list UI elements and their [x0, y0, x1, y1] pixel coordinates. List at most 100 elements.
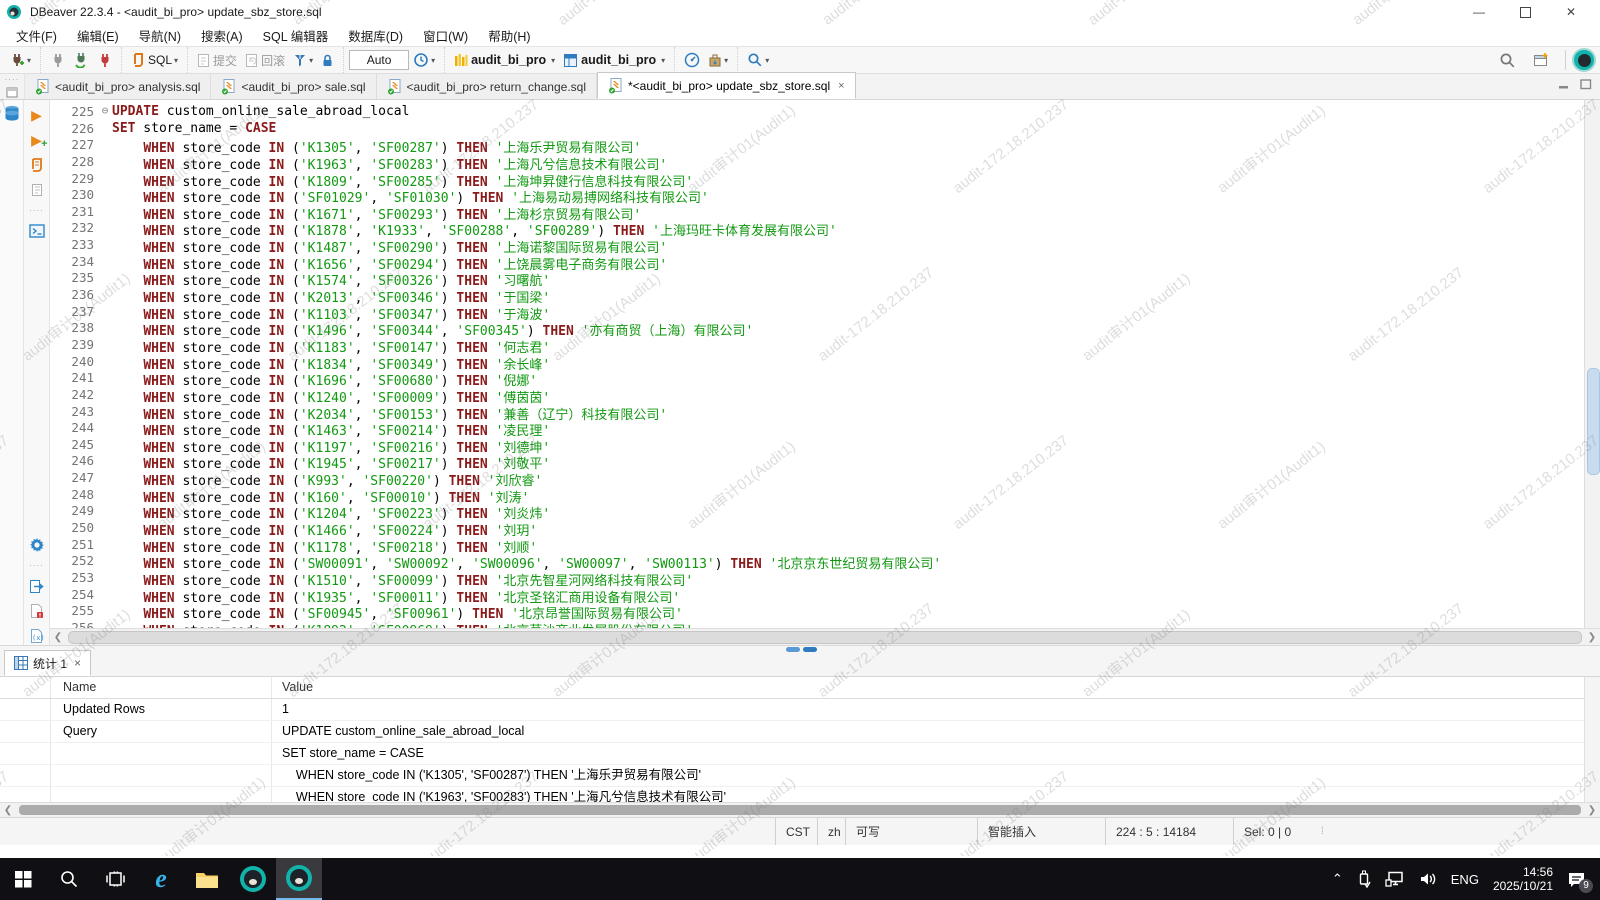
sql-console-button[interactable] — [28, 222, 46, 240]
column-header-value[interactable]: Value — [272, 677, 313, 698]
minimize-view-icon[interactable] — [1558, 78, 1570, 90]
editor-line[interactable]: 235 WHEN store_code IN ('K1574', 'SF0032… — [50, 270, 1584, 287]
editor-line[interactable]: 232 WHEN store_code IN ('K1878', 'K1933'… — [50, 220, 1584, 237]
connection-selector[interactable]: audit_bi_pro ▾ — [451, 51, 558, 70]
code-viewport[interactable]: 225⊖UPDATE custom_online_sale_abroad_loc… — [50, 100, 1584, 632]
dbeaver-taskbar-icon[interactable] — [230, 858, 276, 900]
editor-line[interactable]: 246 WHEN store_code IN ('K1945', 'SF0021… — [50, 453, 1584, 470]
editor-line[interactable]: 233 WHEN store_code IN ('K1487', 'SF0029… — [50, 237, 1584, 254]
commit-button[interactable]: 提交 — [194, 50, 240, 71]
new-connection-button[interactable]: ▾ — [6, 50, 34, 70]
tray-chevron-up-icon[interactable]: ⌃ — [1332, 871, 1343, 887]
minimize-button[interactable]: — — [1456, 0, 1502, 24]
dbeaver-taskbar-icon-active[interactable] — [276, 858, 322, 900]
editor-tab-active[interactable]: *<audit_bi_pro> update_sbz_store.sql× — [597, 72, 856, 99]
editor-line[interactable]: 241 WHEN store_code IN ('K1696', 'SF0068… — [50, 370, 1584, 387]
settings-gear-icon[interactable] — [28, 536, 46, 554]
table-row[interactable]: Updated Rows1 — [0, 699, 1600, 721]
results-horizontal-scrollbar[interactable]: ❮ ❯ — [0, 802, 1600, 817]
schema-selector[interactable]: audit_bi_pro ▾ — [560, 51, 668, 70]
editor-line[interactable]: 228 WHEN store_code IN ('K1963', 'SF0028… — [50, 154, 1584, 171]
validate-file-icon[interactable] — [28, 602, 46, 620]
menu-item[interactable]: 编辑(E) — [67, 24, 129, 47]
results-vertical-scrollbar[interactable] — [1584, 677, 1600, 802]
editor-horizontal-scrollbar[interactable]: ❮ ❯ — [50, 628, 1600, 645]
taskbar-search-icon[interactable] — [46, 858, 92, 900]
editor-tab[interactable]: <audit_bi_pro> sale.sql — [211, 74, 376, 99]
menu-item[interactable]: 导航(N) — [129, 24, 191, 47]
execute-statement-button[interactable]: ▶ — [28, 106, 46, 124]
editor-line[interactable]: 236 WHEN store_code IN ('K2013', 'SF0034… — [50, 287, 1584, 304]
menu-item[interactable]: 帮助(H) — [478, 24, 540, 47]
dashboard-button[interactable] — [681, 50, 703, 70]
scrollbar-thumb[interactable] — [68, 631, 1582, 644]
editor-tab[interactable]: <audit_bi_pro> return_change.sql — [377, 74, 597, 99]
task-view-icon[interactable] — [92, 858, 138, 900]
sql-editor-button[interactable]: SQL ▾ — [128, 50, 181, 70]
open-perspective-icon[interactable] — [1530, 50, 1553, 70]
notification-center-icon[interactable]: 9 — [1567, 871, 1586, 888]
network-icon[interactable] — [1385, 871, 1405, 887]
maximize-view-icon[interactable] — [1580, 78, 1592, 90]
internet-explorer-icon[interactable]: e — [138, 858, 184, 900]
file-variables-icon[interactable]: (x) — [28, 627, 46, 645]
tab-close-icon[interactable]: × — [838, 80, 844, 92]
tray-clock[interactable]: 14:56 2025/10/21 — [1493, 865, 1553, 893]
commit-mode-combo[interactable]: Auto — [349, 50, 409, 70]
editor-line[interactable]: 242 WHEN store_code IN ('K1240', 'SF0000… — [50, 387, 1584, 404]
editor-line[interactable]: 234 WHEN store_code IN ('K1656', 'SF0029… — [50, 254, 1584, 271]
editor-line[interactable]: 243 WHEN store_code IN ('K2034', 'SF0015… — [50, 404, 1584, 421]
editor-line[interactable]: 248 WHEN store_code IN ('K160', 'SF00010… — [50, 487, 1584, 504]
table-row[interactable]: QueryUPDATE custom_online_sale_abroad_lo… — [0, 721, 1600, 743]
menu-item[interactable]: 搜索(A) — [191, 24, 253, 47]
scrollbar-thumb[interactable] — [19, 805, 1581, 815]
scroll-right-arrow[interactable]: ❯ — [1584, 805, 1600, 816]
drag-handle-icon[interactable]: ···· — [5, 75, 20, 84]
menu-item[interactable]: 文件(F) — [6, 24, 67, 47]
menu-item[interactable]: 窗口(W) — [413, 24, 478, 47]
table-row[interactable]: SET store_name = CASE — [0, 743, 1600, 765]
export-result-icon[interactable] — [28, 577, 46, 595]
dbeaver-perspective-avatar[interactable] — [1572, 48, 1596, 72]
menu-item[interactable]: 数据库(D) — [338, 24, 413, 47]
editor-line[interactable]: 239 WHEN store_code IN ('K1183', 'SF0014… — [50, 337, 1584, 354]
statistics-tab-close-icon[interactable]: × — [74, 656, 81, 670]
editor-line[interactable]: 231 WHEN store_code IN ('K1671', 'SF0029… — [50, 204, 1584, 221]
editor-line[interactable]: 226SET store_name = CASE — [50, 121, 1584, 138]
scroll-left-arrow[interactable]: ❮ — [50, 632, 66, 643]
restore-panel-icon[interactable] — [6, 87, 18, 98]
statistics-tab[interactable]: 统计 1 × — [4, 650, 91, 676]
reconnect-button[interactable] — [70, 50, 92, 70]
language-indicator[interactable]: ENG — [1451, 872, 1479, 887]
disconnect-button[interactable] — [94, 50, 115, 70]
transaction-log-button[interactable]: ▾ — [290, 51, 316, 70]
editor-line[interactable]: 229 WHEN store_code IN ('K1809', 'SF0028… — [50, 171, 1584, 188]
fold-collapse-icon[interactable]: ⊖ — [98, 104, 112, 121]
editor-line[interactable]: 255 WHEN store_code IN ('SF00945', 'SF00… — [50, 603, 1584, 620]
editor-vertical-scrollbar[interactable] — [1584, 100, 1600, 628]
usb-device-icon[interactable] — [1357, 870, 1371, 888]
panel-sash[interactable] — [0, 645, 1600, 652]
execute-script-button[interactable] — [28, 156, 46, 174]
editor-line[interactable]: 251 WHEN store_code IN ('K1178', 'SF0021… — [50, 537, 1584, 554]
editor-tab[interactable]: <audit_bi_pro> analysis.sql — [25, 74, 211, 99]
explain-plan-button[interactable] — [28, 181, 46, 199]
editor-line[interactable]: 227 WHEN store_code IN ('K1305', 'SF0028… — [50, 137, 1584, 154]
scrollbar-thumb[interactable] — [1587, 368, 1600, 475]
editor-line[interactable]: 249 WHEN store_code IN ('K1204', 'SF0022… — [50, 503, 1584, 520]
editor-line[interactable]: 225⊖UPDATE custom_online_sale_abroad_loc… — [50, 104, 1584, 121]
editor-line[interactable]: 254 WHEN store_code IN ('K1935', 'SF0001… — [50, 587, 1584, 604]
database-navigator-icon[interactable] — [3, 105, 21, 122]
editor-line[interactable]: 240 WHEN store_code IN ('K1834', 'SF0034… — [50, 354, 1584, 371]
rollback-button[interactable]: 回滚 — [242, 50, 288, 71]
search-metadata-button[interactable]: ▾ — [744, 50, 772, 70]
table-row[interactable]: WHEN store_code IN ('K1305', 'SF00287') … — [0, 765, 1600, 787]
connect-button[interactable] — [47, 50, 68, 70]
menu-item[interactable]: SQL 编辑器 — [253, 24, 339, 47]
column-header-name[interactable]: Name — [51, 677, 272, 698]
editor-line[interactable]: 238 WHEN store_code IN ('K1496', 'SF0034… — [50, 320, 1584, 337]
editor-line[interactable]: 253 WHEN store_code IN ('K1510', 'SF0009… — [50, 570, 1584, 587]
editor-line[interactable]: 250 WHEN store_code IN ('K1466', 'SF0022… — [50, 520, 1584, 537]
editor-line[interactable]: 237 WHEN store_code IN ('K1103', 'SF0034… — [50, 304, 1584, 321]
scroll-left-arrow[interactable]: ❮ — [0, 805, 16, 816]
